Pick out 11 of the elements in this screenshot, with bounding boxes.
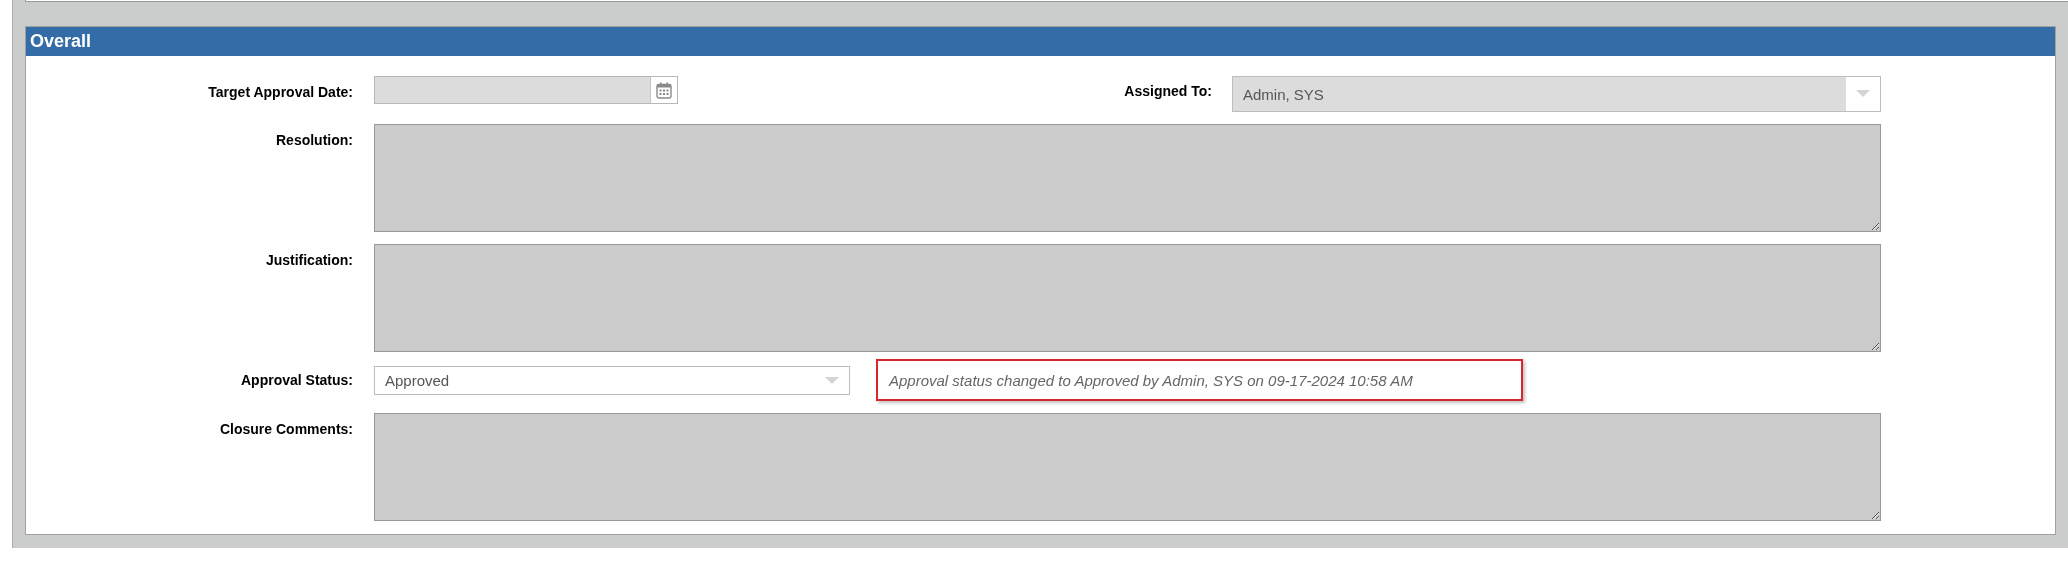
field-label: Justification:	[264, 251, 353, 268]
field-label: Assigned To:	[1124, 82, 1212, 99]
caret-icon	[825, 376, 839, 385]
status-note: Approval status changed to Approved by Admin, SYS on 09-17-2024 10:58 AM	[876, 359, 1523, 401]
approval-status-dropdown[interactable]: Approved	[374, 366, 850, 395]
field-label: Target Approval Date:	[207, 83, 353, 100]
caret-icon	[1856, 90, 1870, 98]
panel-title: Overall	[30, 31, 92, 52]
field-label: Resolution:	[275, 131, 353, 148]
field-label: Closure Comments:	[218, 420, 353, 437]
field-label: Approval Status:	[240, 371, 353, 388]
